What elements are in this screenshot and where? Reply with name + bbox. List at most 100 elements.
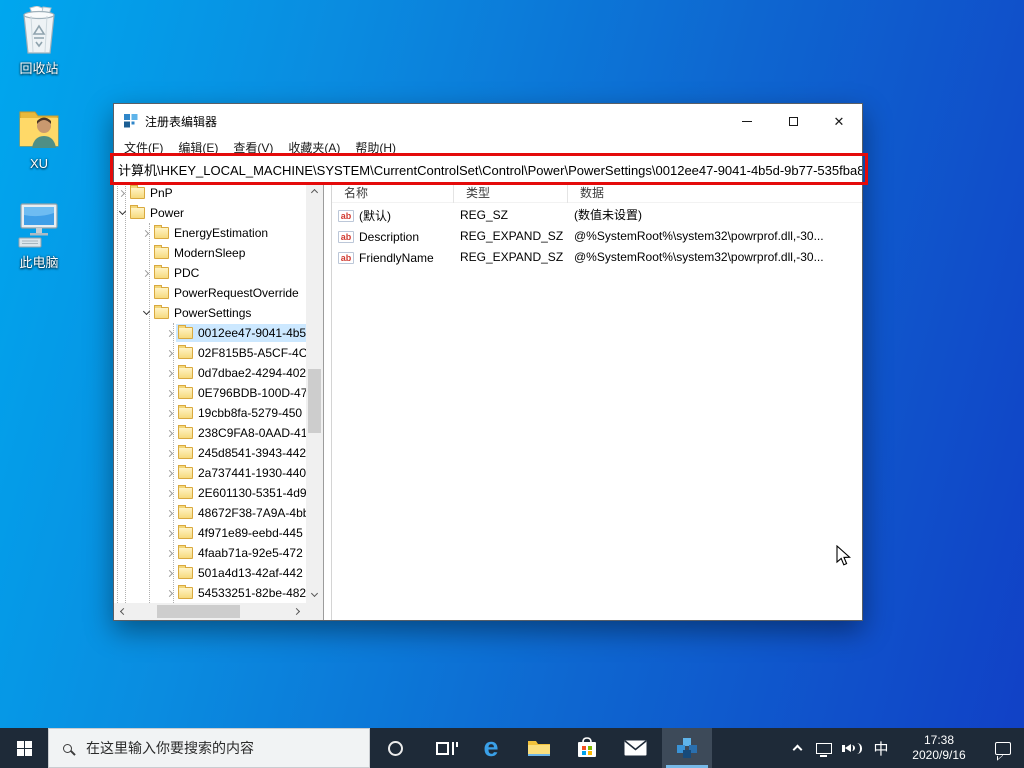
chevron-right-icon[interactable]	[164, 567, 176, 579]
registry-key-folder-icon	[178, 585, 193, 599]
tree-node-label: PowerSettings	[174, 306, 252, 320]
edge-button[interactable]: e	[467, 728, 515, 768]
tree-node-PnP[interactable]: PnP	[114, 183, 306, 203]
vertical-scroll-thumb[interactable]	[308, 369, 321, 433]
maximize-button[interactable]	[770, 104, 816, 138]
chevron-right-icon[interactable]	[164, 407, 176, 419]
chevron-right-icon[interactable]	[140, 267, 152, 279]
scroll-left-icon[interactable]	[119, 607, 128, 616]
recycle-bin-icon	[23, 6, 55, 54]
chevron-right-icon[interactable]	[116, 187, 128, 199]
tray-chevron-button[interactable]	[784, 728, 810, 768]
chevron-right-icon[interactable]	[164, 547, 176, 559]
chevron-right-icon[interactable]	[164, 487, 176, 499]
chevron-right-icon[interactable]	[164, 327, 176, 339]
menu-favorites[interactable]: 收藏夹(A)	[288, 139, 340, 156]
scroll-up-icon[interactable]	[310, 188, 319, 197]
minimize-button[interactable]	[724, 104, 770, 138]
mail-button[interactable]	[611, 728, 659, 768]
desktop-icon-label: 此电脑	[19, 255, 59, 270]
tree-node-label: PDC	[174, 266, 200, 280]
task-view-button[interactable]	[423, 728, 471, 768]
ime-indicator[interactable]: 中	[866, 728, 896, 768]
tree-node-238C9FA8-0AAD-41[interactable]: 238C9FA8-0AAD-41	[114, 423, 306, 443]
registry-value-row[interactable]: ab (默认) REG_SZ (数值未设置)	[332, 205, 862, 226]
tree-node-4faab71a-92e5-472[interactable]: 4faab71a-92e5-472	[114, 543, 306, 563]
menu-file[interactable]: 文件(F)	[124, 139, 163, 156]
registry-editor-taskbar-button[interactable]	[662, 728, 712, 768]
tree-node-02F815B5-A5CF-4C8[interactable]: 02F815B5-A5CF-4C8	[114, 343, 306, 363]
registry-value-row[interactable]: ab Description REG_EXPAND_SZ @%SystemRoot%\…	[332, 226, 862, 247]
menu-help[interactable]: 帮助(H)	[355, 139, 396, 156]
chevron-right-icon[interactable]	[164, 387, 176, 399]
desktop-icon-recycle-bin[interactable]: 回收站	[6, 6, 72, 77]
chevron-right-icon[interactable]	[164, 367, 176, 379]
registry-key-folder-icon	[178, 405, 193, 419]
tree-node-0012ee47-9041-4b5[interactable]: 0012ee47-9041-4b5	[114, 323, 306, 343]
tree-node-EnergyEstimation[interactable]: EnergyEstimation	[114, 223, 306, 243]
chevron-right-icon[interactable]	[164, 447, 176, 459]
chevron-right-icon[interactable]	[164, 347, 176, 359]
tree-node-PowerSettings[interactable]: PowerSettings	[114, 303, 306, 323]
close-button[interactable]: ✕	[816, 104, 862, 138]
clock-tray-button[interactable]: 17:38 2020/9/16	[896, 728, 982, 768]
tree-node-Power[interactable]: Power	[114, 203, 306, 223]
chevron-down-icon[interactable]	[140, 307, 152, 319]
tree-content: PnP Power EnergyEstimation ModernSleep PDC Po…	[114, 183, 306, 603]
scroll-down-icon[interactable]	[310, 589, 319, 598]
tree-node-ModernSleep[interactable]: ModernSleep	[114, 243, 306, 263]
title-bar[interactable]: 注册表编辑器 ✕	[114, 104, 862, 138]
tree-node-2E601130-5351-4d9[interactable]: 2E601130-5351-4d9	[114, 483, 306, 503]
scroll-right-icon[interactable]	[292, 607, 301, 616]
desktop-icon-this-pc[interactable]: 此电脑	[6, 200, 72, 271]
volume-tray-button[interactable]	[838, 728, 866, 768]
menu-bar: 文件(F) 编辑(E) 查看(V) 收藏夹(A) 帮助(H)	[114, 138, 862, 156]
scrollbar-corner	[306, 603, 323, 620]
column-header-name[interactable]: 名称	[332, 183, 454, 203]
registry-editor-icon	[677, 738, 697, 758]
desktop-icon-user-folder[interactable]: XU	[6, 104, 72, 171]
start-button[interactable]	[0, 728, 48, 768]
taskbar-search-input[interactable]: 在这里输入你要搜索的内容	[48, 728, 370, 768]
tree-node-PDC[interactable]: PDC	[114, 263, 306, 283]
tree-horizontal-scrollbar[interactable]	[114, 603, 306, 620]
column-header-type[interactable]: 类型	[454, 183, 568, 203]
chevron-right-icon[interactable]	[140, 227, 152, 239]
registry-value-row[interactable]: ab FriendlyName REG_EXPAND_SZ @%SystemRoot%…	[332, 247, 862, 268]
user-folder-icon	[19, 111, 59, 148]
tree-node-501a4d13-42af-442[interactable]: 501a4d13-42af-442	[114, 563, 306, 583]
pane-splitter[interactable]	[323, 183, 332, 620]
tree-node-19cbb8fa-5279-450[interactable]: 19cbb8fa-5279-450	[114, 403, 306, 423]
regedit-window: 注册表编辑器 ✕ 文件(F) 编辑(E) 查看(V) 收藏夹(A) 帮助(H) 计算机\…	[110, 103, 868, 621]
cortana-button[interactable]	[371, 728, 419, 768]
column-header-data[interactable]: 数据	[568, 183, 858, 203]
action-center-button[interactable]	[982, 728, 1024, 768]
tree-node-2a737441-1930-440[interactable]: 2a737441-1930-440	[114, 463, 306, 483]
network-tray-button[interactable]	[810, 728, 838, 768]
string-value-icon: ab	[338, 251, 354, 264]
tree-node-4f971e89-eebd-445[interactable]: 4f971e89-eebd-445	[114, 523, 306, 543]
menu-edit[interactable]: 编辑(E)	[178, 139, 218, 156]
tree-node-label: 2a737441-1930-440	[198, 466, 306, 480]
tree-node-48672F38-7A9A-4bb[interactable]: 48672F38-7A9A-4bb	[114, 503, 306, 523]
no-expander	[140, 287, 152, 299]
chevron-right-icon[interactable]	[164, 527, 176, 539]
tree-node-label: 0012ee47-9041-4b5	[198, 326, 306, 340]
chevron-right-icon[interactable]	[164, 587, 176, 599]
chevron-down-icon[interactable]	[116, 207, 128, 219]
tree-node-PowerRequestOverride[interactable]: PowerRequestOverride	[114, 283, 306, 303]
chevron-right-icon[interactable]	[164, 507, 176, 519]
file-explorer-button[interactable]	[515, 728, 563, 768]
menu-view[interactable]: 查看(V)	[233, 139, 273, 156]
chevron-right-icon[interactable]	[164, 467, 176, 479]
tree-node-0E796BDB-100D-47[interactable]: 0E796BDB-100D-47	[114, 383, 306, 403]
tree-node-245d8541-3943-442[interactable]: 245d8541-3943-442	[114, 443, 306, 463]
tree-node-0d7dbae2-4294-402[interactable]: 0d7dbae2-4294-402	[114, 363, 306, 383]
store-button[interactable]	[563, 728, 611, 768]
windows-logo-icon	[16, 740, 32, 756]
horizontal-scroll-thumb[interactable]	[157, 605, 240, 618]
tree-vertical-scrollbar[interactable]	[306, 183, 323, 603]
chevron-right-icon[interactable]	[164, 427, 176, 439]
tree-node-54533251-82be-482[interactable]: 54533251-82be-482	[114, 583, 306, 603]
address-bar[interactable]: 计算机\HKEY_LOCAL_MACHINE\SYSTEM\CurrentCon…	[114, 156, 862, 183]
